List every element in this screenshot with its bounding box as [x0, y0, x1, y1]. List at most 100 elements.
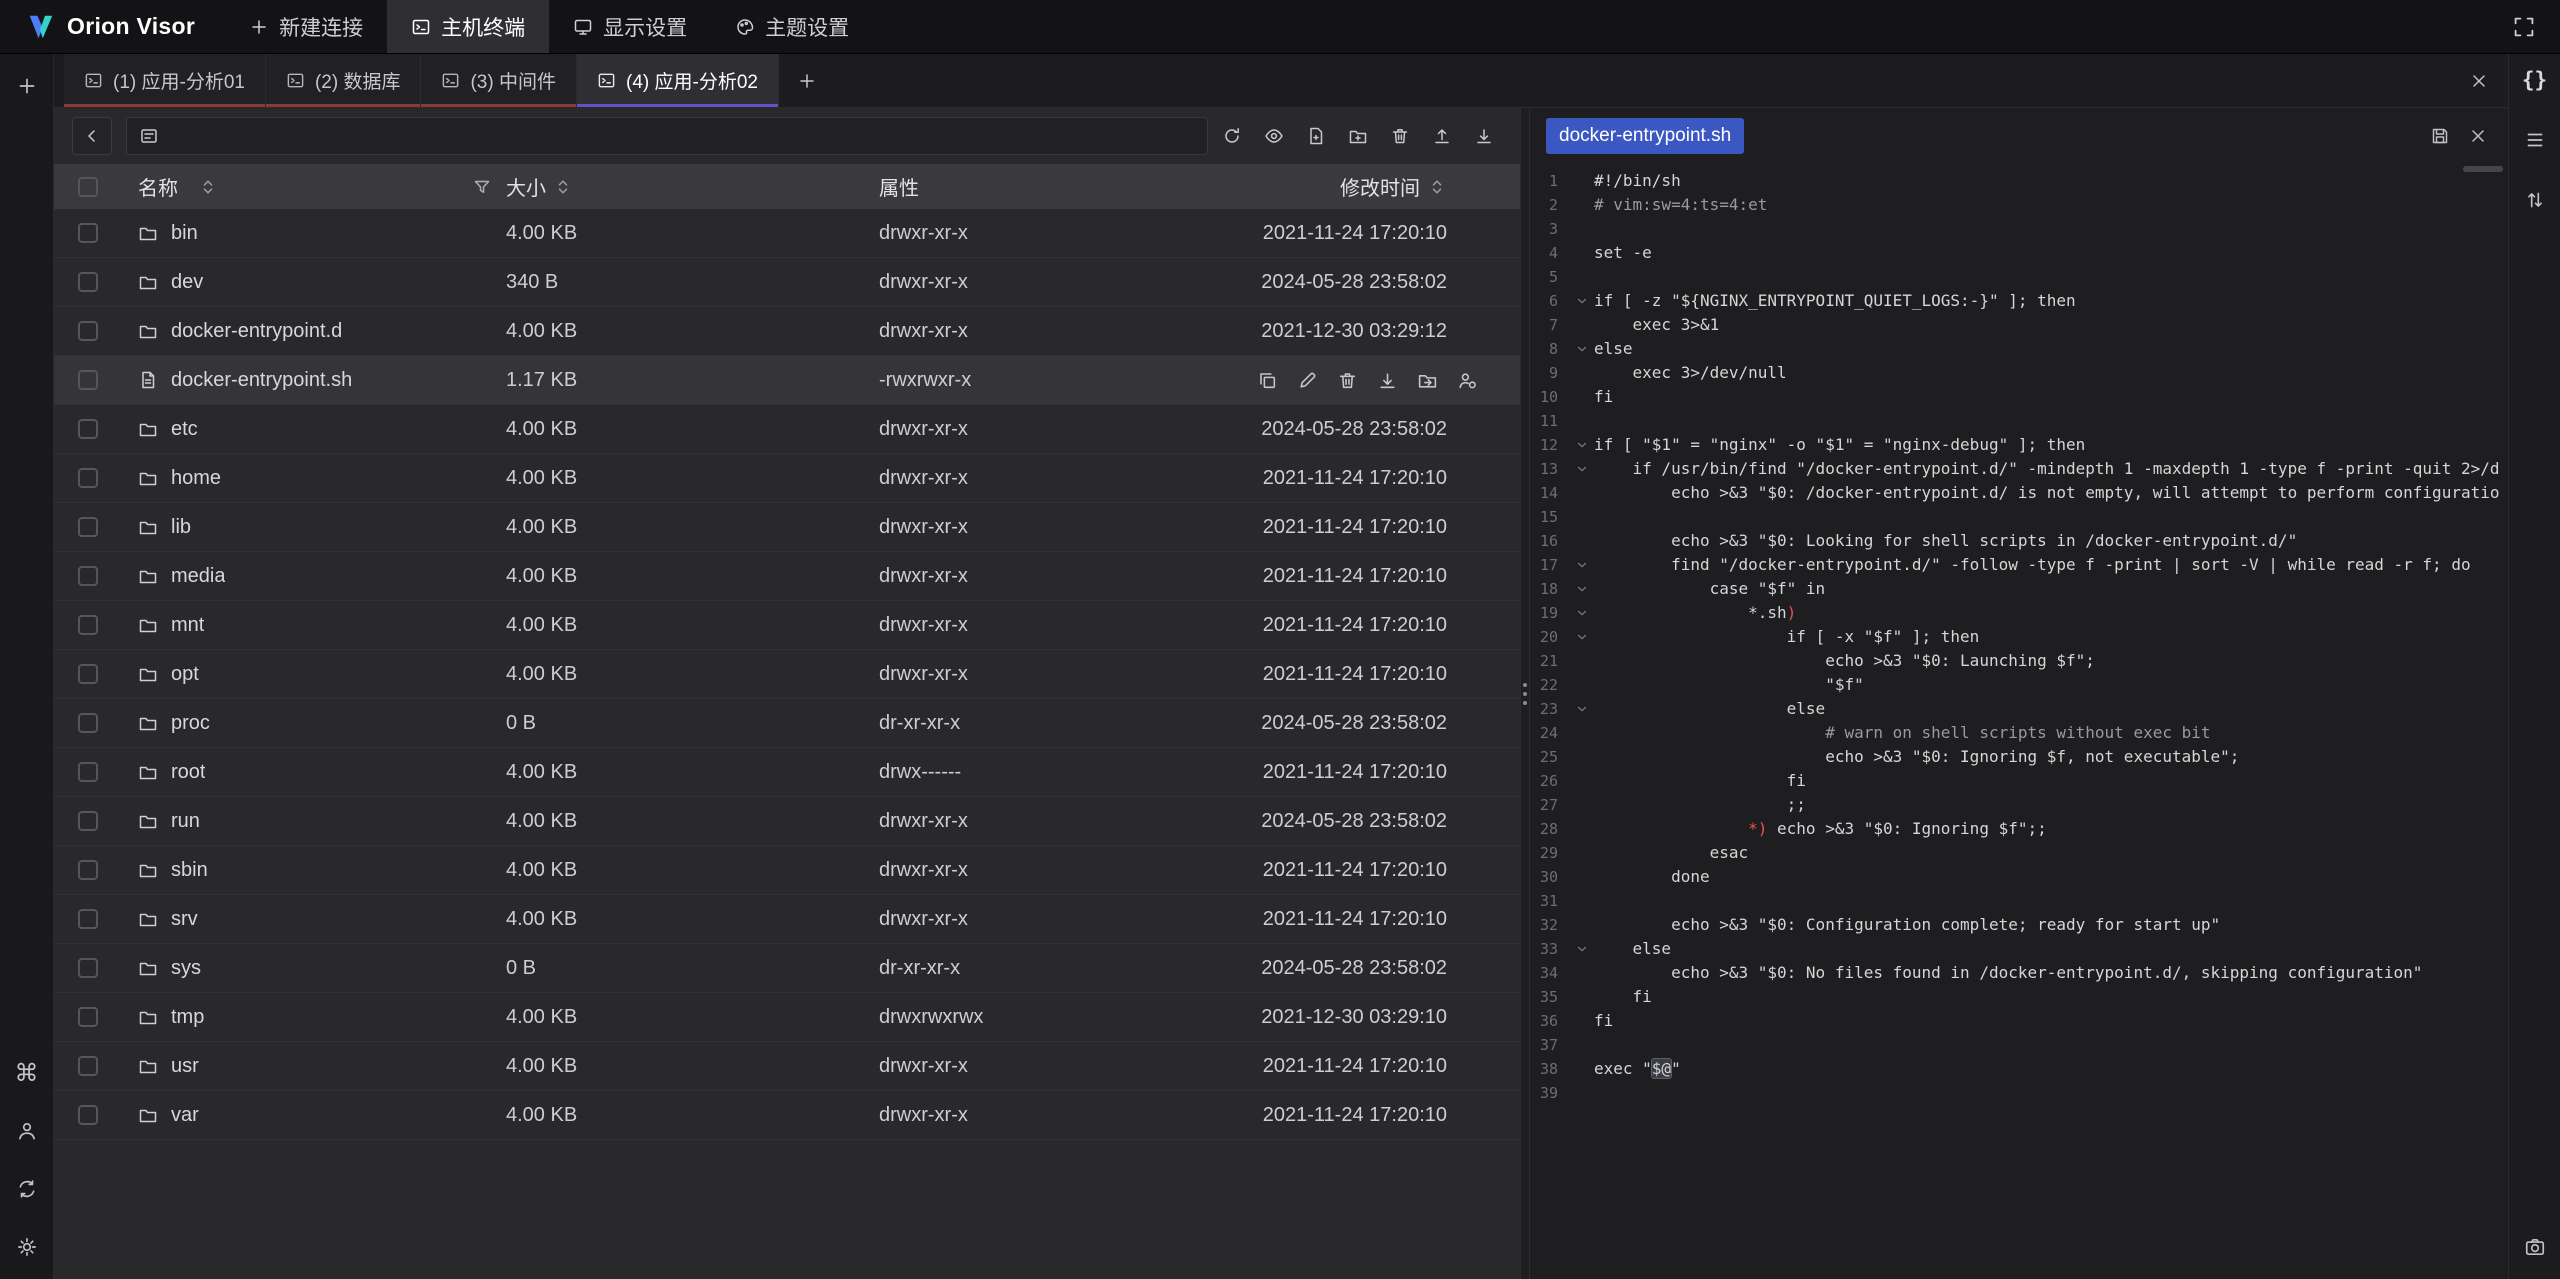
fold-chevron-icon[interactable] — [1570, 697, 1594, 721]
copy-icon[interactable] — [1257, 370, 1278, 391]
file-row[interactable]: etc 4.00 KB drwxr-xr-x 2024-05-28 23:58:… — [54, 405, 1520, 454]
line-number: 33 — [1530, 937, 1570, 961]
row-checkbox[interactable] — [78, 517, 98, 537]
file-row[interactable]: run 4.00 KB drwxr-xr-x 2024-05-28 23:58:… — [54, 797, 1520, 846]
file-mtime: 2024-05-28 23:58:02 — [1234, 957, 1520, 980]
scrollbar-thumb[interactable] — [2463, 166, 2503, 172]
row-checkbox[interactable] — [78, 1007, 98, 1027]
new-file-icon[interactable] — [1306, 126, 1326, 146]
file-row[interactable]: home 4.00 KB drwxr-xr-x 2021-11-24 17:20… — [54, 454, 1520, 503]
delete-icon[interactable] — [1390, 126, 1410, 146]
new-folder-icon[interactable] — [1348, 126, 1368, 146]
permission-icon[interactable] — [1457, 370, 1478, 391]
file-row[interactable]: srv 4.00 KB drwxr-xr-x 2021-11-24 17:20:… — [54, 895, 1520, 944]
brand[interactable]: Orion Visor — [0, 0, 225, 53]
add-tab-button[interactable] — [779, 54, 835, 107]
row-checkbox[interactable] — [78, 272, 98, 292]
menu-theme-settings[interactable]: 主题设置 — [711, 0, 873, 53]
close-panel-icon[interactable] — [2450, 54, 2508, 107]
path-input[interactable] — [126, 117, 1208, 155]
fold-chevron-icon[interactable] — [1570, 457, 1594, 481]
fold-chevron-icon[interactable] — [1570, 289, 1594, 313]
fold-chevron-icon[interactable] — [1570, 337, 1594, 361]
new-terminal-button[interactable] — [11, 70, 43, 102]
file-row[interactable]: root 4.00 KB drwx------ 2021-11-24 17:20… — [54, 748, 1520, 797]
row-checkbox[interactable] — [78, 811, 98, 831]
tab-database[interactable]: (2) 数据库 — [266, 54, 422, 107]
file-list-icon[interactable] — [2519, 124, 2551, 156]
row-checkbox[interactable] — [78, 664, 98, 684]
file-row[interactable]: bin 4.00 KB drwxr-xr-x 2021-11-24 17:20:… — [54, 209, 1520, 258]
swap-vertical-icon[interactable] — [2519, 184, 2551, 216]
file-row[interactable]: lib 4.00 KB drwxr-xr-x 2021-11-24 17:20:… — [54, 503, 1520, 552]
row-checkbox[interactable] — [78, 468, 98, 488]
row-checkbox[interactable] — [78, 958, 98, 978]
back-button[interactable] — [72, 117, 112, 155]
refresh-icon[interactable] — [1222, 126, 1242, 146]
row-checkbox[interactable] — [78, 1056, 98, 1076]
fold-chevron-icon[interactable] — [1570, 577, 1594, 601]
command-shortcut-icon[interactable]: ⌘ — [11, 1057, 43, 1089]
row-checkbox[interactable] — [78, 713, 98, 733]
settings-gear-icon[interactable] — [11, 1231, 43, 1263]
row-checkbox[interactable] — [78, 370, 98, 390]
file-row[interactable]: var 4.00 KB drwxr-xr-x 2021-11-24 17:20:… — [54, 1091, 1520, 1140]
sync-icon[interactable] — [11, 1173, 43, 1205]
row-checkbox[interactable] — [78, 223, 98, 243]
tab-label: (1) 应用-分析01 — [113, 67, 245, 94]
download-icon[interactable] — [1377, 370, 1398, 391]
fold-chevron-icon[interactable] — [1570, 553, 1594, 577]
file-row[interactable]: docker-entrypoint.d 4.00 KB drwxr-xr-x 2… — [54, 307, 1520, 356]
sort-icon[interactable] — [1427, 177, 1447, 197]
row-checkbox[interactable] — [78, 615, 98, 635]
preview-eye-icon[interactable] — [1264, 126, 1284, 146]
fold-chevron-icon[interactable] — [1570, 937, 1594, 961]
sort-icon[interactable] — [198, 177, 218, 197]
move-icon[interactable] — [1417, 370, 1438, 391]
code-editor[interactable]: 1#!/bin/sh2# vim:sw=4:ts=4:et34set -e56i… — [1530, 163, 2508, 1279]
file-row[interactable]: sbin 4.00 KB drwxr-xr-x 2021-11-24 17:20… — [54, 846, 1520, 895]
user-icon[interactable] — [11, 1115, 43, 1147]
file-row[interactable]: usr 4.00 KB drwxr-xr-x 2021-11-24 17:20:… — [54, 1042, 1520, 1091]
select-all-checkbox[interactable] — [78, 177, 98, 197]
file-row[interactable]: dev 340 B drwxr-xr-x 2024-05-28 23:58:02 — [54, 258, 1520, 307]
file-row[interactable]: tmp 4.00 KB drwxrwxrwx 2021-12-30 03:29:… — [54, 993, 1520, 1042]
delete-icon[interactable] — [1337, 370, 1358, 391]
menu-new-connection[interactable]: 新建连接 — [225, 0, 387, 53]
fullscreen-icon[interactable] — [2512, 15, 2536, 39]
fold-chevron-icon[interactable] — [1570, 601, 1594, 625]
tab-app-analysis-02[interactable]: (4) 应用-分析02 — [577, 54, 779, 107]
file-row[interactable]: docker-entrypoint.sh 1.17 KB -rwxrwxr-x — [54, 356, 1520, 405]
fold-chevron-icon[interactable] — [1570, 433, 1594, 457]
screenshot-camera-icon[interactable] — [2519, 1231, 2551, 1263]
close-editor-icon[interactable] — [2468, 126, 2488, 146]
file-row[interactable]: sys 0 B dr-xr-xr-x 2024-05-28 23:58:02 — [54, 944, 1520, 993]
row-checkbox[interactable] — [78, 909, 98, 929]
json-braces-icon[interactable]: {} — [2519, 64, 2551, 96]
download-icon[interactable] — [1474, 126, 1494, 146]
row-checkbox[interactable] — [78, 1105, 98, 1125]
code-line: 20 if [ -x "$f" ]; then — [1530, 625, 2508, 649]
file-row[interactable]: media 4.00 KB drwxr-xr-x 2021-11-24 17:2… — [54, 552, 1520, 601]
row-checkbox[interactable] — [78, 860, 98, 880]
tab-app-analysis-01[interactable]: (1) 应用-分析01 — [64, 54, 266, 107]
upload-icon[interactable] — [1432, 126, 1452, 146]
file-row[interactable]: proc 0 B dr-xr-xr-x 2024-05-28 23:58:02 — [54, 699, 1520, 748]
menu-display-settings[interactable]: 显示设置 — [549, 0, 711, 53]
tab-middleware[interactable]: (3) 中间件 — [421, 54, 577, 107]
row-checkbox[interactable] — [78, 566, 98, 586]
sort-icon[interactable] — [553, 177, 573, 197]
row-checkbox[interactable] — [78, 321, 98, 341]
row-checkbox[interactable] — [78, 419, 98, 439]
file-row[interactable]: mnt 4.00 KB drwxr-xr-x 2021-11-24 17:20:… — [54, 601, 1520, 650]
file-row[interactable]: opt 4.00 KB drwxr-xr-x 2021-11-24 17:20:… — [54, 650, 1520, 699]
fold-chevron-icon[interactable] — [1570, 625, 1594, 649]
panel-splitter[interactable] — [1520, 108, 1530, 1279]
code-line: 4set -e — [1530, 241, 2508, 265]
open-file-badge[interactable]: docker-entrypoint.sh — [1546, 118, 1744, 154]
row-checkbox[interactable] — [78, 762, 98, 782]
edit-icon[interactable] — [1297, 370, 1318, 391]
save-icon[interactable] — [2430, 126, 2450, 146]
filter-icon[interactable] — [472, 177, 492, 197]
menu-host-terminal[interactable]: 主机终端 — [387, 0, 549, 53]
